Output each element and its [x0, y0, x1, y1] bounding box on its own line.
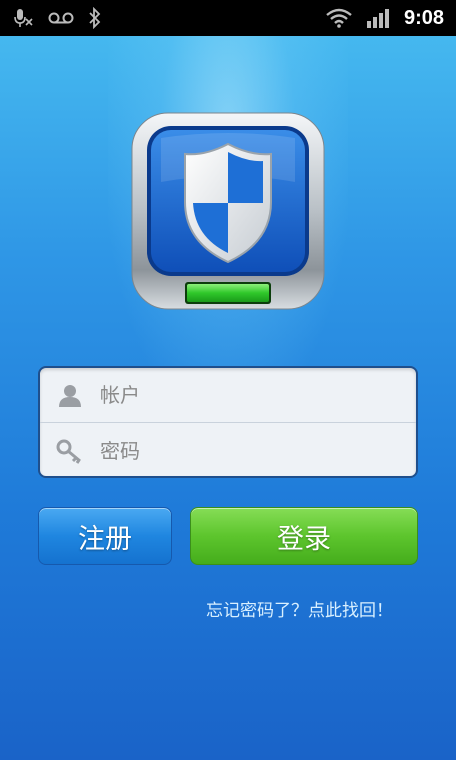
status-bar-left: [12, 7, 102, 29]
mic-muted-icon: [12, 7, 34, 29]
app-logo: [131, 112, 325, 310]
login-button[interactable]: 登录: [190, 507, 418, 565]
status-bar-right: 9:08: [326, 7, 444, 30]
shield-icon: [131, 112, 325, 310]
voicemail-icon: [48, 11, 74, 25]
login-form: [38, 366, 418, 478]
forgot-password-link[interactable]: 忘记密码了？点此找回！: [206, 596, 393, 621]
signal-icon: [366, 8, 390, 28]
key-icon: [40, 438, 100, 464]
clock: 9:08: [403, 6, 444, 29]
register-button[interactable]: 注册: [38, 507, 172, 565]
bluetooth-icon: [88, 7, 102, 29]
user-icon: [40, 382, 100, 408]
wifi-icon: [326, 8, 352, 28]
status-bar: 9:08: [0, 0, 456, 36]
password-field-row: [40, 423, 416, 478]
password-input[interactable]: [100, 430, 400, 471]
login-screen: 注册 登录 忘记密码了？点此找回！: [0, 36, 456, 760]
account-field-row: [40, 368, 416, 423]
account-input[interactable]: [100, 375, 400, 415]
